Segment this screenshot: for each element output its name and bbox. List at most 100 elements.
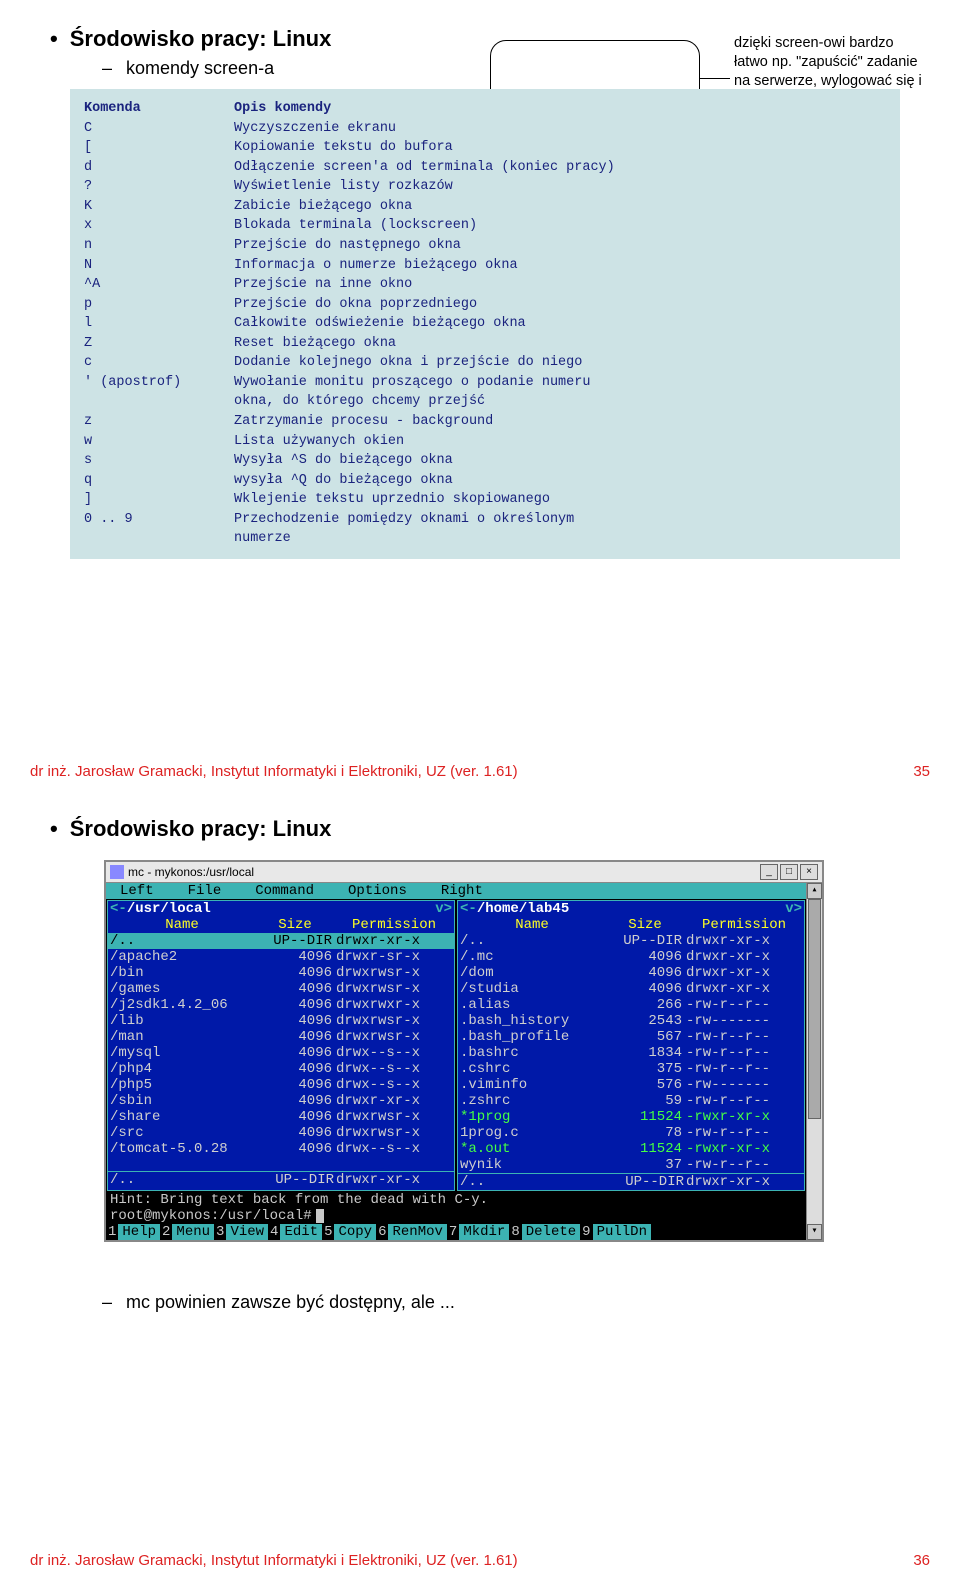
table-row: 0 .. 9Przechodzenie pomiędzy oknami o ok… bbox=[84, 510, 886, 530]
fkey-help[interactable]: 1Help bbox=[106, 1224, 160, 1240]
close-icon[interactable]: × bbox=[800, 864, 818, 880]
scroll-up-icon[interactable]: ▴ bbox=[807, 883, 822, 899]
list-item[interactable]: /src4096drwxrwsr-x bbox=[108, 1125, 454, 1141]
list-item[interactable]: /..UP--DIRdrwxr-xr-x bbox=[458, 933, 804, 949]
list-item[interactable]: /lib4096drwxrwsr-x bbox=[108, 1013, 454, 1029]
list-item[interactable]: .cshrc375-rw-r--r-- bbox=[458, 1061, 804, 1077]
vertical-scrollbar[interactable]: ▴ ▾ bbox=[806, 883, 822, 1240]
list-item[interactable]: /man4096drwxrwsr-x bbox=[108, 1029, 454, 1045]
slide-title: Środowisko pracy: Linux bbox=[50, 816, 930, 842]
table-row: NInformacja o numerze bieżącego okna bbox=[84, 256, 886, 276]
list-item[interactable]: .bash_history2543-rw------- bbox=[458, 1013, 804, 1029]
mc-menubar: Left File Command Options Right bbox=[106, 883, 806, 899]
list-item[interactable]: .viminfo576-rw------- bbox=[458, 1077, 804, 1093]
fkey-delete[interactable]: 8Delete bbox=[509, 1224, 580, 1240]
maximize-icon[interactable]: □ bbox=[780, 864, 798, 880]
list-item[interactable]: /j2sdk1.4.2_064096drwxrwxr-x bbox=[108, 997, 454, 1013]
table-header: Komenda Opis komendy bbox=[84, 99, 886, 119]
footer-page-number: 35 bbox=[913, 763, 930, 780]
fkey-copy[interactable]: 5Copy bbox=[322, 1224, 376, 1240]
menu-options[interactable]: Options bbox=[348, 883, 407, 899]
fkey-menu[interactable]: 2Menu bbox=[160, 1224, 214, 1240]
list-item[interactable]: /.mc4096drwxr-xr-x bbox=[458, 949, 804, 965]
table-row: pPrzejście do okna poprzedniego bbox=[84, 295, 886, 315]
list-item[interactable]: /..UP--DIRdrwxr-xr-x bbox=[108, 933, 454, 949]
mc-prompt-line[interactable]: root@mykonos:/usr/local# bbox=[106, 1208, 806, 1224]
list-item[interactable]: /dom4096drwxr-xr-x bbox=[458, 965, 804, 981]
left-path: <-/usr/local v> bbox=[108, 901, 454, 917]
slide-footer: dr inż. Jarosław Gramacki, Instytut Info… bbox=[30, 1552, 930, 1569]
footer-author: dr inż. Jarosław Gramacki, Instytut Info… bbox=[30, 763, 518, 780]
table-row: xBlokada terminala (lockscreen) bbox=[84, 216, 886, 236]
fkey-pulldn[interactable]: 9PullDn bbox=[580, 1224, 651, 1240]
list-item[interactable]: /php54096drwx--s--x bbox=[108, 1077, 454, 1093]
menu-file[interactable]: File bbox=[188, 883, 222, 899]
list-item[interactable]: *1prog11524-rwxr-xr-x bbox=[458, 1109, 804, 1125]
right-path: <-/home/lab45 v> bbox=[458, 901, 804, 917]
scroll-down-icon[interactable]: ▾ bbox=[807, 1224, 822, 1240]
table-row: KZabicie bieżącego okna bbox=[84, 197, 886, 217]
minimize-icon[interactable]: _ bbox=[760, 864, 778, 880]
table-row: nPrzejście do następnego okna bbox=[84, 236, 886, 256]
menu-command[interactable]: Command bbox=[255, 883, 314, 899]
table-row: numerze bbox=[84, 529, 886, 549]
list-item[interactable]: .alias266-rw-r--r-- bbox=[458, 997, 804, 1013]
table-row: dOdłączenie screen'a od terminala (konie… bbox=[84, 158, 886, 178]
scroll-thumb[interactable] bbox=[808, 899, 821, 1119]
table-row: zZatrzymanie procesu - background bbox=[84, 412, 886, 432]
left-headers: Name Size Permission bbox=[108, 917, 454, 933]
list-item[interactable]: /tomcat-5.0.284096drwx--s--x bbox=[108, 1141, 454, 1157]
table-row: lCałkowite odświeżenie bieżącego okna bbox=[84, 314, 886, 334]
slide-footer: dr inż. Jarosław Gramacki, Instytut Info… bbox=[30, 763, 930, 780]
right-headers: Name Size Permission bbox=[458, 917, 804, 933]
table-row: cDodanie kolejnego okna i przejście do n… bbox=[84, 353, 886, 373]
window-title: mc - mykonos:/usr/local bbox=[128, 865, 254, 879]
app-icon bbox=[110, 865, 124, 879]
fkey-mkdir[interactable]: 7Mkdir bbox=[447, 1224, 509, 1240]
mc-right-panel: <-/home/lab45 v> Name Size Permission /.… bbox=[457, 900, 805, 1191]
fkey-renmov[interactable]: 6RenMov bbox=[376, 1224, 447, 1240]
list-item[interactable]: /mysql4096drwx--s--x bbox=[108, 1045, 454, 1061]
footer-page-number: 36 bbox=[913, 1552, 930, 1569]
fkey-edit[interactable]: 4Edit bbox=[268, 1224, 322, 1240]
window-controls: _ □ × bbox=[760, 864, 818, 880]
table-row: ZReset bieżącego okna bbox=[84, 334, 886, 354]
list-item[interactable]: /sbin4096drwxr-xr-x bbox=[108, 1093, 454, 1109]
list-item[interactable]: /php44096drwx--s--x bbox=[108, 1061, 454, 1077]
list-item[interactable]: .zshrc59-rw-r--r-- bbox=[458, 1093, 804, 1109]
table-row: qwysyła ^Q do bieżącego okna bbox=[84, 471, 886, 491]
left-footer-row: /.. UP--DIR drwxr-xr-x bbox=[108, 1171, 454, 1188]
list-item[interactable]: /games4096drwxrwsr-x bbox=[108, 981, 454, 997]
bottom-note: mc powinien zawsze być dostępny, ale ... bbox=[102, 1292, 930, 1313]
list-item[interactable]: .bash_profile567-rw-r--r-- bbox=[458, 1029, 804, 1045]
table-row: ?Wyświetlenie listy rozkazów bbox=[84, 177, 886, 197]
list-item[interactable]: 1prog.c78-rw-r--r-- bbox=[458, 1125, 804, 1141]
table-row: ]Wklejenie tekstu uprzednio skopiowanego bbox=[84, 490, 886, 510]
mc-hint-line: Hint: Bring text back from the dead with… bbox=[106, 1192, 806, 1208]
header-desc: Opis komendy bbox=[234, 99, 331, 119]
menu-left[interactable]: Left bbox=[120, 883, 154, 899]
table-row: [Kopiowanie tekstu do bufora bbox=[84, 138, 886, 158]
list-item[interactable]: .bashrc1834-rw-r--r-- bbox=[458, 1045, 804, 1061]
mc-function-keys: 1Help2Menu3View4Edit5Copy6RenMov7Mkdir8D… bbox=[106, 1224, 806, 1240]
table-row: wLista używanych okien bbox=[84, 432, 886, 452]
header-key: Komenda bbox=[84, 99, 234, 119]
menu-right[interactable]: Right bbox=[441, 883, 483, 899]
table-row: sWysyła ^S do bieżącego okna bbox=[84, 451, 886, 471]
fkey-view[interactable]: 3View bbox=[214, 1224, 268, 1240]
screen-commands-table: Komenda Opis komendy CWyczyszczenie ekra… bbox=[70, 89, 900, 559]
footer-author: dr inż. Jarosław Gramacki, Instytut Info… bbox=[30, 1552, 518, 1569]
cursor-icon bbox=[316, 1209, 324, 1223]
right-footer-row: /.. UP--DIR drwxr-xr-x bbox=[458, 1173, 804, 1190]
window-titlebar: mc - mykonos:/usr/local _ □ × bbox=[106, 862, 822, 883]
table-row: CWyczyszczenie ekranu bbox=[84, 119, 886, 139]
list-item[interactable]: /bin4096drwxrwsr-x bbox=[108, 965, 454, 981]
list-item[interactable]: wynik37-rw-r--r-- bbox=[458, 1157, 804, 1173]
table-row: ' (apostrof)Wywołanie monitu proszącego … bbox=[84, 373, 886, 393]
list-item[interactable]: /apache24096drwxr-sr-x bbox=[108, 949, 454, 965]
mc-screenshot: mc - mykonos:/usr/local _ □ × Left File … bbox=[104, 860, 824, 1242]
list-item[interactable]: /studia4096drwxr-xr-x bbox=[458, 981, 804, 997]
list-item[interactable]: /share4096drwxrwsr-x bbox=[108, 1109, 454, 1125]
slide-35: Środowisko pracy: Linux komendy screen-a… bbox=[0, 0, 960, 790]
list-item[interactable]: *a.out11524-rwxr-xr-x bbox=[458, 1141, 804, 1157]
